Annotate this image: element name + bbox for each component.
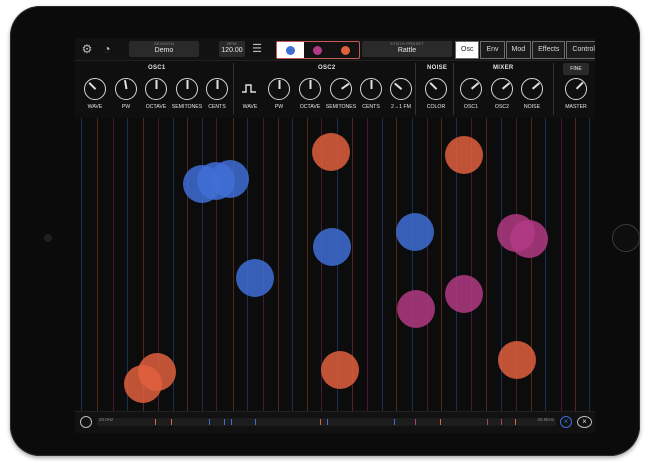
knob-label: COLOR [426, 104, 446, 110]
blue-touch-orb[interactable] [236, 259, 274, 297]
osc1-semitones-knob[interactable] [176, 78, 198, 100]
dashboard-icon[interactable]: ◔ [100, 42, 114, 56]
knob-label: OSC1 [463, 104, 479, 110]
osc2-heading: OSC2 [318, 65, 336, 71]
settings-gear-icon[interactable]: ⚙ [80, 42, 94, 56]
fine-button[interactable]: FINE [563, 63, 589, 75]
front-camera [45, 235, 51, 241]
tab-osc[interactable]: Osc [455, 41, 480, 59]
menu-icon[interactable]: ☰ [250, 42, 264, 56]
frequency-strip[interactable]: 20.0Hz 20.0kHz [97, 417, 556, 426]
orange-voice-dot-icon [340, 45, 350, 55]
osc1-pw-knob[interactable] [115, 78, 137, 100]
blue-touch-orb[interactable] [396, 213, 434, 251]
keyboard-bar: 20.0Hz 20.0kHz × × [75, 411, 595, 433]
close-icon[interactable]: × [577, 416, 592, 428]
knob-label: WAVE [87, 104, 103, 110]
ipad-frame: ⚙ ◔ SESSION Demo BPM 120.00 ☰ SYNTH PRES… [10, 6, 640, 456]
osc1-wave-knob[interactable] [84, 78, 106, 100]
home-button[interactable] [612, 224, 640, 252]
orange-touch-orb[interactable] [312, 133, 350, 171]
square-wave-icon[interactable] [241, 82, 257, 96]
voice-selector [276, 41, 360, 59]
osc1-heading: OSC1 [148, 65, 166, 71]
xy-performance-pad[interactable] [75, 118, 595, 411]
knob-label: MASTER [565, 104, 587, 110]
freq-min-label: 20.0Hz [99, 417, 114, 422]
page-tabs: Osc Env Mod Effects Control [455, 41, 595, 59]
bpm-field[interactable]: BPM 120.00 [219, 41, 245, 57]
osc2-octave-knob[interactable] [299, 78, 321, 100]
voice-blue-button[interactable] [277, 42, 305, 58]
blue-voice-dot-icon [286, 45, 296, 55]
mixer-heading: MIXER [493, 65, 514, 71]
magenta-touch-orb[interactable] [445, 275, 483, 313]
preset-name: Rattle [397, 47, 417, 54]
mixer-noise-knob[interactable] [521, 78, 543, 100]
knob-label: OCTAVE [299, 104, 321, 110]
noise-color-knob[interactable] [425, 78, 447, 100]
knob-label: CENTS [362, 104, 380, 110]
master-knob[interactable] [565, 78, 587, 100]
tab-env[interactable]: Env [480, 41, 505, 59]
orange-touch-orb[interactable] [124, 365, 162, 403]
tab-mod[interactable]: Mod [505, 41, 532, 59]
knob-label: SEMITONES [325, 104, 357, 110]
knob-label: CENTS [208, 104, 226, 110]
osc2-pw-knob[interactable] [268, 78, 290, 100]
knob-label: PW [274, 104, 284, 110]
freq-max-label: 20.0kHz [537, 417, 554, 422]
orange-touch-orb[interactable] [498, 341, 536, 379]
orange-touch-orb[interactable] [321, 351, 359, 389]
osc2-cents-knob[interactable] [360, 78, 382, 100]
blue-touch-orb[interactable] [211, 160, 249, 198]
blue-touch-orb[interactable] [313, 228, 351, 266]
knob-label: NOISE [523, 104, 541, 110]
magenta-voice-dot-icon [313, 45, 323, 55]
record-circle-icon[interactable] [80, 416, 92, 428]
knob-label: PW [121, 104, 131, 110]
magenta-touch-orb[interactable] [510, 220, 548, 258]
osc2-fm-knob[interactable] [390, 78, 412, 100]
top-toolbar: ⚙ ◔ SESSION Demo BPM 120.00 ☰ SYNTH PRES… [75, 38, 595, 61]
bpm-value: 120.00 [221, 47, 243, 54]
knob-label: 2→1 FM [391, 104, 411, 110]
knob-label: SEMITONES [171, 104, 203, 110]
tab-control[interactable]: Control [566, 41, 595, 59]
magenta-touch-orb[interactable] [397, 290, 435, 328]
mixer-osc1-knob[interactable] [460, 78, 482, 100]
orange-touch-orb[interactable] [445, 136, 483, 174]
mixer-osc2-knob[interactable] [491, 78, 513, 100]
voice-magenta-button[interactable] [304, 42, 331, 58]
osc1-octave-knob[interactable] [145, 78, 167, 100]
session-name: Demo [154, 47, 174, 54]
divider [553, 63, 554, 115]
noise-heading: NOISE [427, 65, 448, 71]
clear-voice-icon[interactable]: × [560, 416, 572, 428]
osc1-cents-knob[interactable] [206, 78, 228, 100]
tab-effects[interactable]: Effects [532, 41, 566, 59]
knob-label: OCTAVE [145, 104, 167, 110]
osc2-semitones-knob[interactable] [330, 78, 352, 100]
voice-orange-button[interactable] [332, 42, 359, 58]
session-field[interactable]: SESSION Demo [129, 41, 199, 57]
knob-label: OSC2 [494, 104, 510, 110]
synth-preset-field[interactable]: SYNTH PRESET Rattle [362, 41, 452, 57]
synth-app-screen: ⚙ ◔ SESSION Demo BPM 120.00 ☰ SYNTH PRES… [75, 38, 595, 433]
